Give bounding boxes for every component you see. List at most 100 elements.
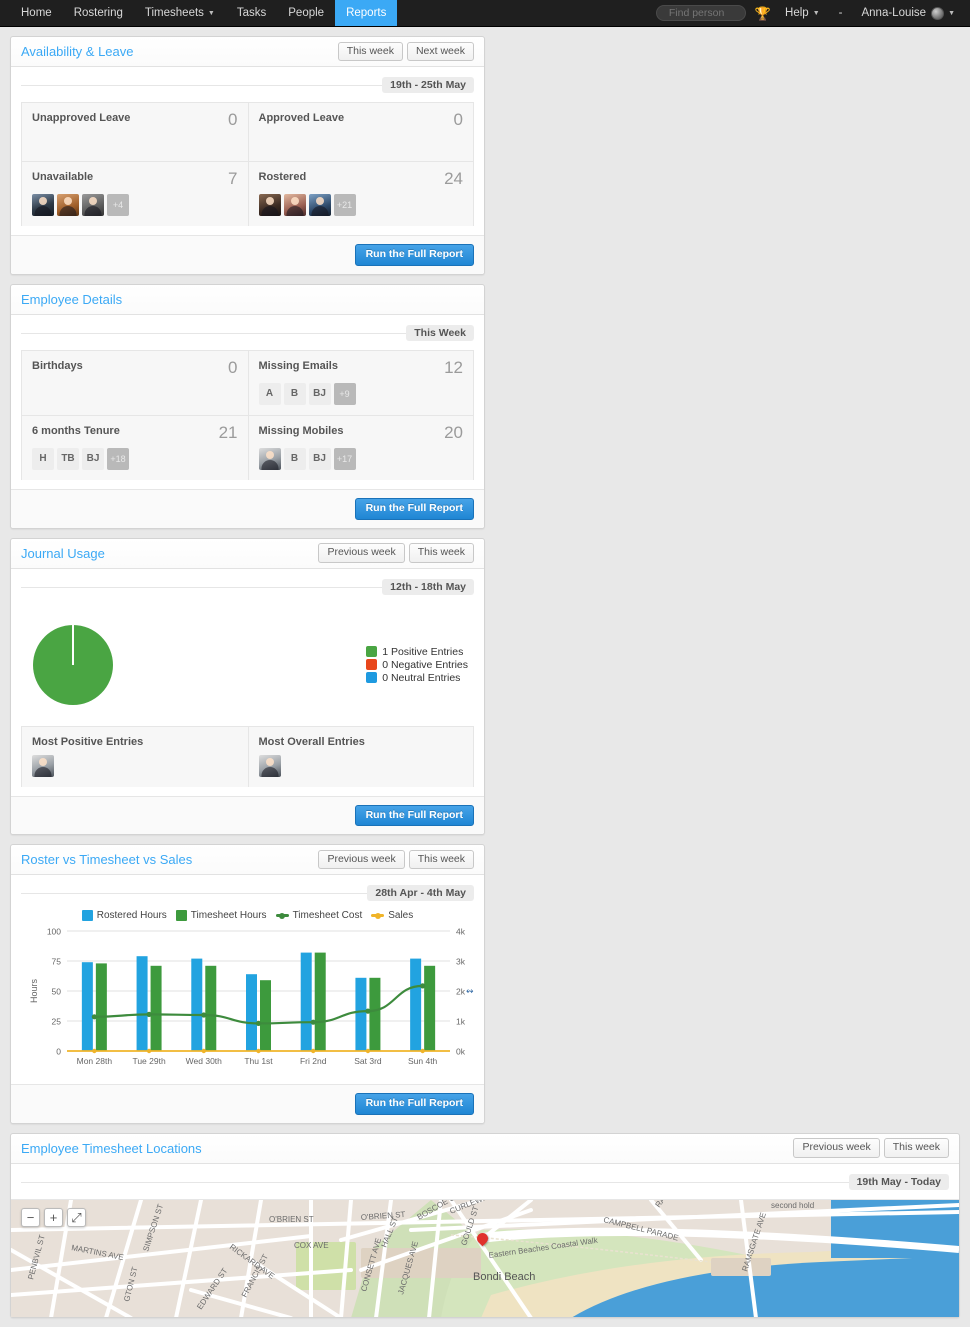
- chart-point[interactable]: [201, 1048, 206, 1054]
- chart-bar[interactable]: [410, 958, 422, 1052]
- nav-item-tasks[interactable]: Tasks: [226, 0, 277, 26]
- stat-cell-unapproved-leave[interactable]: Unapproved Leave 0: [22, 103, 248, 161]
- avatar-chip[interactable]: [82, 194, 104, 217]
- nav-item-rostering[interactable]: Rostering: [63, 0, 134, 26]
- run-full-report-button[interactable]: Run the Full Report: [354, 804, 474, 827]
- avatar-chip-initials[interactable]: BJ: [308, 382, 331, 405]
- chart-bar[interactable]: [191, 958, 203, 1052]
- avatar-chip-overflow[interactable]: +18: [107, 447, 129, 470]
- map-container[interactable]: − + ⤢ O'BRIEN ST O'BRIEN ST SIMPSON ST MART…: [11, 1198, 959, 1317]
- chart-point[interactable]: [365, 1048, 371, 1054]
- this-week-button[interactable]: This week: [408, 849, 474, 870]
- panel-body: 19th May - Today − + ⤢ O'BRIEN ST O'BRIEN…: [11, 1164, 959, 1317]
- fullscreen-icon[interactable]: ⤢: [67, 1207, 86, 1227]
- chart-bar[interactable]: [246, 974, 257, 1052]
- stat-cell-unavailable[interactable]: Unavailable 7 +4: [22, 162, 248, 227]
- chart-point[interactable]: [146, 1011, 152, 1018]
- this-week-button[interactable]: This week: [883, 1138, 949, 1158]
- chart-point[interactable]: [310, 1019, 316, 1025]
- stat-cell-missing-mobiles[interactable]: Missing Mobiles 20 B BJ +17: [247, 415, 473, 480]
- chart-bar[interactable]: [136, 956, 148, 1052]
- find-person-input[interactable]: [655, 5, 746, 21]
- this-week-button[interactable]: This week: [408, 543, 474, 563]
- avatar-chip[interactable]: [258, 447, 281, 470]
- legend-item-timesheet-cost: Timesheet Cost: [275, 910, 362, 921]
- zoom-out-icon[interactable]: −: [21, 1207, 40, 1227]
- chart-bar[interactable]: [81, 962, 93, 1052]
- avatar-chip-overflow[interactable]: +17: [333, 447, 356, 470]
- previous-week-button[interactable]: Previous week: [318, 543, 405, 563]
- chart-bar[interactable]: [424, 965, 436, 1052]
- stat-label: Rostered: [258, 171, 307, 183]
- chart-bar[interactable]: [314, 952, 326, 1052]
- nav-item-people[interactable]: People: [277, 0, 335, 26]
- chart-bar[interactable]: [355, 977, 367, 1052]
- chart-bar[interactable]: [150, 965, 162, 1052]
- trophy-icon[interactable]: 🏆: [755, 7, 771, 20]
- run-full-report-button[interactable]: Run the Full Report: [354, 1093, 474, 1115]
- avatar-chip-initials[interactable]: B: [283, 382, 306, 405]
- run-full-report-button[interactable]: Run the Full Report: [354, 497, 474, 520]
- zoom-in-icon[interactable]: +: [44, 1207, 63, 1227]
- chart-point[interactable]: [311, 1048, 316, 1054]
- chart-point[interactable]: [365, 1008, 371, 1014]
- avatar-chip-initials[interactable]: BJ: [308, 447, 331, 470]
- chart-bar[interactable]: [260, 980, 271, 1052]
- stat-cell-most-positive-entries[interactable]: Most Positive Entries: [22, 726, 248, 787]
- chart-point[interactable]: [146, 1048, 152, 1054]
- currency-icon: ↭: [466, 986, 474, 996]
- stat-cell-rostered[interactable]: Rostered 24 +21: [247, 162, 473, 227]
- avatar-chip-overflow[interactable]: +9: [333, 382, 356, 405]
- avatar-chip[interactable]: [308, 194, 331, 217]
- nav-item-user-menu[interactable]: Anna-Louise ▼: [856, 6, 960, 20]
- avatar-chip-initials[interactable]: BJ: [82, 447, 104, 470]
- nav-item-reports[interactable]: Reports: [335, 0, 398, 26]
- chart-point[interactable]: [420, 983, 426, 989]
- panel-header-buttons: Previous week This week: [318, 543, 474, 563]
- chart-point[interactable]: [255, 1020, 262, 1027]
- chart-point[interactable]: [256, 1048, 261, 1054]
- stat-row: Most Positive Entries Most Overall Entri…: [21, 725, 474, 787]
- stat-row: Birthdays 0 Missing Emails 12 A B BJ +9: [21, 349, 474, 415]
- nav-item-help[interactable]: Help ▼: [780, 7, 825, 19]
- avatar-chip[interactable]: [32, 194, 54, 217]
- avatar-chip-initials[interactable]: TB: [57, 447, 79, 470]
- previous-week-button[interactable]: Previous week: [318, 849, 405, 870]
- stat-cell-most-overall-entries[interactable]: Most Overall Entries: [247, 726, 473, 787]
- stat-cell-approved-leave[interactable]: Approved Leave 0: [247, 103, 473, 161]
- avatar-chip-initials[interactable]: B: [283, 447, 306, 470]
- avatar-chip-initials[interactable]: A: [258, 382, 281, 405]
- next-week-button[interactable]: Next week: [406, 41, 474, 62]
- chart-bar[interactable]: [205, 965, 217, 1052]
- date-range-chip: 19th - 25th May: [382, 77, 474, 93]
- avatar-chip[interactable]: [258, 754, 281, 777]
- nav-divider-label: -: [834, 7, 848, 19]
- map-controls: − + ⤢: [21, 1207, 86, 1227]
- avatar-chip-overflow[interactable]: +4: [107, 194, 129, 217]
- chevron-down-icon: ▼: [812, 9, 820, 17]
- stat-value: 21: [218, 422, 238, 442]
- nav-item-timesheets[interactable]: Timesheets ▼: [134, 0, 226, 26]
- chart-bar[interactable]: [369, 977, 381, 1052]
- stat-cell-birthdays[interactable]: Birthdays 0: [22, 350, 248, 415]
- panel-availability-leave: Availability & Leave This week Next week…: [10, 36, 485, 275]
- avatar-chip[interactable]: [32, 754, 54, 777]
- avatar-chip-overflow[interactable]: +21: [333, 194, 356, 217]
- chart-point[interactable]: [91, 1014, 97, 1020]
- nav-item-label: Rostering: [73, 7, 123, 19]
- avatar-chip-initials[interactable]: H: [32, 447, 54, 470]
- avatar-chip[interactable]: [283, 194, 306, 217]
- chart-bar[interactable]: [300, 952, 312, 1052]
- chart-bar[interactable]: [95, 963, 107, 1052]
- avatar-chip[interactable]: [57, 194, 79, 217]
- avatar-chip[interactable]: [258, 194, 281, 217]
- nav-item-home[interactable]: Home: [10, 0, 63, 26]
- chart-point[interactable]: [92, 1048, 97, 1054]
- stat-cell-missing-emails[interactable]: Missing Emails 12 A B BJ +9: [247, 350, 473, 415]
- chart-point[interactable]: [420, 1048, 425, 1054]
- previous-week-button[interactable]: Previous week: [793, 1138, 880, 1158]
- chart-point[interactable]: [201, 1012, 207, 1018]
- stat-cell-six-months-tenure[interactable]: 6 months Tenure 21 H TB BJ +18: [22, 415, 248, 480]
- this-week-button[interactable]: This week: [337, 41, 403, 62]
- run-full-report-button[interactable]: Run the Full Report: [354, 244, 474, 266]
